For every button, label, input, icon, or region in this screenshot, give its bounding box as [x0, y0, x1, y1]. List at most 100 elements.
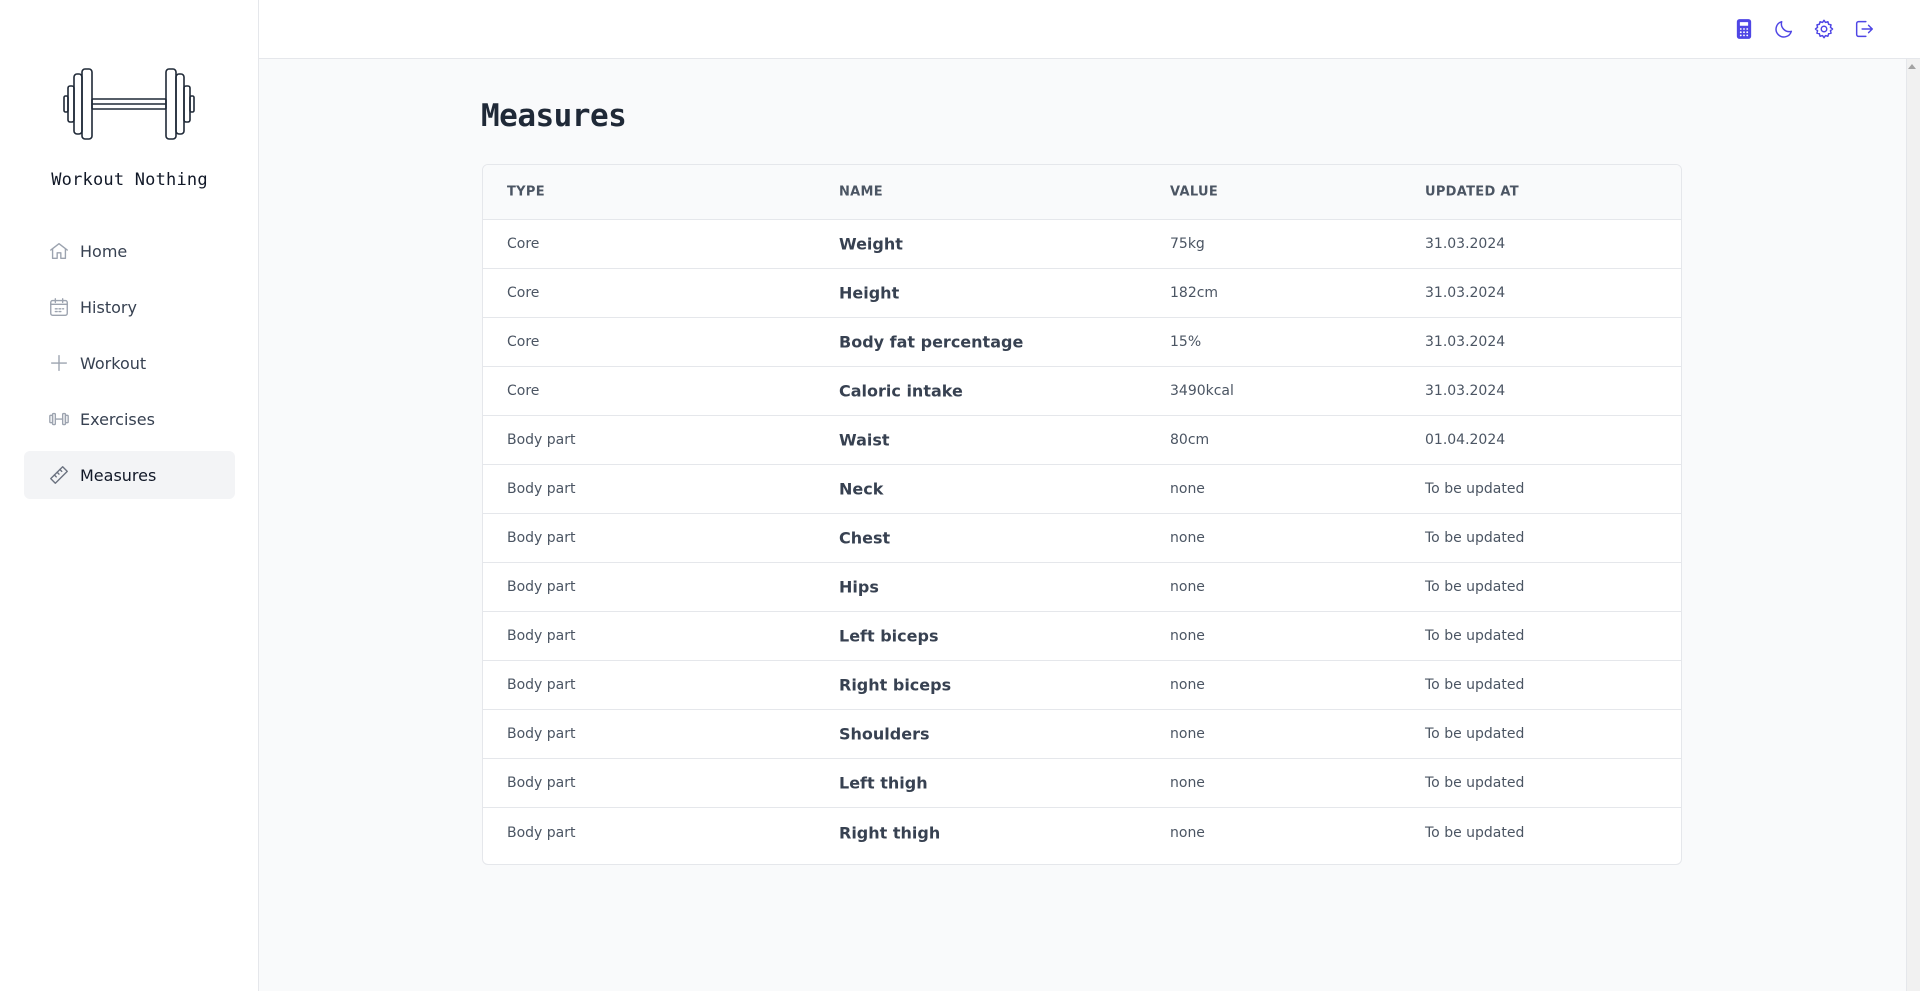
cell-value: none — [1170, 677, 1205, 693]
cell-type: Body part — [507, 726, 576, 742]
table-header: TYPE NAME VALUE UPDATED AT — [483, 165, 1681, 220]
cell-name: Shoulders — [839, 724, 930, 744]
cell-name: Left thigh — [839, 773, 928, 793]
column-header-name: NAME — [839, 184, 883, 200]
ruler-icon — [48, 464, 70, 486]
topbar-actions — [1732, 17, 1876, 41]
cell-name: Weight — [839, 234, 903, 254]
cell-type: Body part — [507, 824, 576, 841]
cell-type: Core — [507, 334, 540, 350]
cell-name: Waist — [839, 430, 890, 450]
sidebar-item-home[interactable]: Home — [24, 227, 235, 275]
table-row[interactable]: Body part Left thigh none To be updated — [483, 759, 1681, 808]
sidebar-nav: Home History Workout Exercises Measures — [24, 227, 235, 507]
cell-name: Height — [839, 283, 900, 303]
cell-type: Body part — [507, 677, 576, 693]
cell-updated-at: To be updated — [1425, 824, 1525, 841]
table-row[interactable]: Body part Hips none To be updated — [483, 563, 1681, 612]
cell-updated-at: To be updated — [1425, 481, 1525, 497]
cell-value: none — [1170, 628, 1205, 644]
sidebar-item-workout[interactable]: Workout — [24, 339, 235, 387]
cell-value: none — [1170, 530, 1205, 546]
table-row[interactable]: Core Body fat percentage 15% 31.03.2024 — [483, 318, 1681, 367]
table-row[interactable]: Body part Chest none To be updated — [483, 514, 1681, 563]
cell-value: 75kg — [1170, 236, 1205, 252]
cell-type: Body part — [507, 530, 576, 546]
cell-updated-at: 31.03.2024 — [1425, 285, 1506, 301]
cell-type: Core — [507, 236, 540, 252]
scroll-up-arrow-icon[interactable] — [1908, 64, 1916, 69]
topbar — [259, 0, 1920, 59]
table-row[interactable]: Core Height 182cm 31.03.2024 — [483, 269, 1681, 318]
cell-value: 15% — [1170, 334, 1202, 350]
cell-name: Body fat percentage — [839, 332, 1024, 352]
cell-value: none — [1170, 726, 1205, 742]
sidebar-item-exercises[interactable]: Exercises — [24, 395, 235, 443]
cell-updated-at: To be updated — [1425, 677, 1525, 693]
brand-name: Workout Nothing — [51, 170, 208, 190]
cell-value: 182cm — [1170, 285, 1219, 301]
calendar-icon — [48, 296, 70, 318]
column-header-updated-at: UPDATED AT — [1425, 184, 1519, 200]
cell-name: Chest — [839, 528, 891, 548]
plus-icon — [48, 352, 70, 374]
sidebar-item-label: History — [80, 297, 137, 317]
cell-value: none — [1170, 579, 1205, 595]
moon-icon[interactable] — [1772, 17, 1796, 41]
sidebar-item-label: Home — [80, 241, 128, 261]
cell-name: Right thigh — [839, 823, 941, 842]
table-row[interactable]: Core Weight 75kg 31.03.2024 — [483, 220, 1681, 269]
cell-value: 3490kcal — [1170, 383, 1234, 399]
cell-updated-at: To be updated — [1425, 726, 1525, 742]
cell-type: Body part — [507, 481, 576, 497]
measures-table: TYPE NAME VALUE UPDATED AT Core Weight 75k… — [482, 164, 1682, 865]
cell-type: Core — [507, 285, 540, 301]
table-row[interactable]: Body part Neck none To be updated — [483, 465, 1681, 514]
dumbbell-logo-icon[interactable] — [62, 66, 196, 142]
cell-type: Body part — [507, 628, 576, 644]
column-header-type: TYPE — [507, 184, 545, 200]
vertical-scrollbar[interactable] — [1906, 59, 1920, 991]
cell-updated-at: 31.03.2024 — [1425, 236, 1506, 252]
logout-icon[interactable] — [1852, 17, 1876, 41]
cell-value: none — [1170, 824, 1205, 841]
sidebar-item-measures[interactable]: Measures — [24, 451, 235, 499]
cell-value: 80cm — [1170, 432, 1210, 448]
table-body: Core Weight 75kg 31.03.2024 Core Height 182cm 3… — [483, 220, 1681, 857]
dumbbell-icon — [48, 408, 70, 430]
table-row[interactable]: Body part Right thigh none To be updated — [483, 808, 1681, 857]
cell-name: Left biceps — [839, 626, 939, 646]
cell-value: none — [1170, 775, 1205, 791]
cell-name: Hips — [839, 577, 879, 597]
cell-type: Body part — [507, 432, 576, 448]
calculator-icon[interactable] — [1732, 17, 1756, 41]
table-row[interactable]: Core Caloric intake 3490kcal 31.03.2024 — [483, 367, 1681, 416]
cell-type: Core — [507, 383, 540, 399]
gear-icon[interactable] — [1812, 17, 1836, 41]
cell-updated-at: 01.04.2024 — [1425, 432, 1506, 448]
cell-updated-at: To be updated — [1425, 628, 1525, 644]
page-title: Measures — [481, 98, 627, 134]
cell-updated-at: To be updated — [1425, 530, 1525, 546]
table-row[interactable]: Body part Shoulders none To be updated — [483, 710, 1681, 759]
table-row[interactable]: Body part Right biceps none To be updated — [483, 661, 1681, 710]
cell-name: Neck — [839, 479, 884, 499]
table-row[interactable]: Body part Left biceps none To be updated — [483, 612, 1681, 661]
column-header-value: VALUE — [1170, 184, 1218, 200]
cell-type: Body part — [507, 579, 576, 595]
sidebar: Workout Nothing Home History Workout Exe… — [0, 0, 259, 991]
cell-name: Right biceps — [839, 675, 952, 695]
cell-name: Caloric intake — [839, 381, 963, 401]
cell-value: none — [1170, 481, 1205, 497]
cell-updated-at: 31.03.2024 — [1425, 334, 1506, 350]
cell-updated-at: 31.03.2024 — [1425, 383, 1506, 399]
cell-updated-at: To be updated — [1425, 579, 1525, 595]
cell-updated-at: To be updated — [1425, 775, 1525, 791]
home-icon — [48, 240, 70, 262]
sidebar-item-label: Workout — [80, 353, 147, 373]
sidebar-item-label: Measures — [80, 465, 157, 485]
sidebar-item-label: Exercises — [80, 409, 155, 429]
table-row[interactable]: Body part Waist 80cm 01.04.2024 — [483, 416, 1681, 465]
sidebar-item-history[interactable]: History — [24, 283, 235, 331]
cell-type: Body part — [507, 775, 576, 791]
